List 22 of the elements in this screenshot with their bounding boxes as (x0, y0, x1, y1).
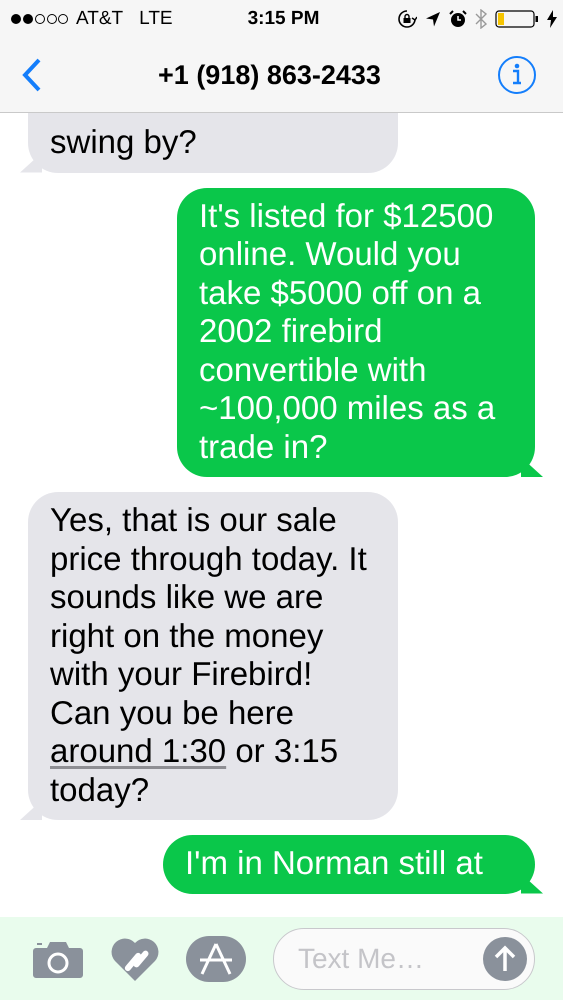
app-store-icon[interactable] (186, 936, 246, 982)
message-text: swing by? (50, 123, 198, 162)
info-icon[interactable] (496, 55, 537, 95)
status-time: 3:15 PM (248, 8, 320, 30)
bluetooth-icon (475, 9, 487, 29)
contact-title: +1 (918) 863-2433 (158, 60, 381, 90)
alarm-icon (449, 10, 467, 28)
location-arrow-icon (425, 11, 441, 27)
message-text: Yes, that is our sale price through today. It sounds like we are right on the money with your Firebird! Can you be here around 1:30 or 3:15 today? (50, 501, 368, 809)
heart-icon[interactable] (110, 936, 160, 980)
back-icon[interactable] (22, 58, 42, 92)
network-type: LTE (139, 8, 173, 30)
battery-icon (495, 10, 539, 28)
camera-icon[interactable] (33, 940, 83, 978)
carrier-name: AT&T (76, 8, 124, 30)
send-button[interactable] (482, 936, 527, 980)
charging-bolt-icon (547, 10, 557, 28)
rotation-lock-icon (397, 9, 417, 29)
signal-icon (10, 13, 68, 25)
time-link[interactable]: around 1:30 (50, 732, 226, 769)
message-text: It's listed for $12500 online. Would you take $5000 off on a 2002 firebird convertible with ~100,000 miles as a trade in? (199, 196, 496, 466)
message-text: I'm in Norman still at (185, 844, 484, 882)
